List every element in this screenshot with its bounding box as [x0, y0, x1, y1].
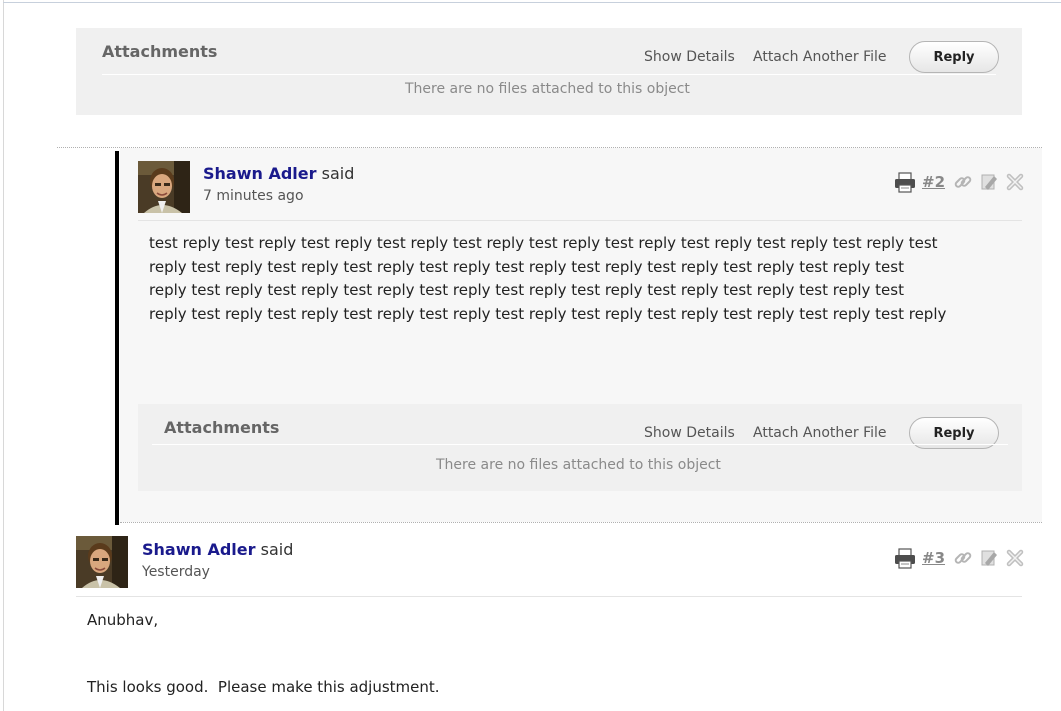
- print-icon[interactable]: [894, 171, 916, 193]
- comment-header-separator: [138, 220, 1022, 221]
- author-name-link[interactable]: Shawn Adler: [203, 164, 317, 183]
- no-attachments-message: There are no files attached to this obje…: [405, 81, 690, 97]
- page-left-border: [3, 0, 4, 711]
- attachments-divider: [102, 74, 996, 75]
- comment-tools: #3: [894, 547, 1025, 569]
- attachments-divider: [152, 444, 1008, 445]
- edit-icon[interactable]: [979, 172, 999, 192]
- show-details-link[interactable]: Show Details: [644, 49, 735, 65]
- delete-icon[interactable]: [1005, 548, 1025, 568]
- comment-body-line: This looks good. Please make this adjust…: [87, 678, 440, 696]
- comment-body: test reply test reply test reply test re…: [149, 232, 946, 326]
- said-label: said: [260, 540, 294, 559]
- comment-divider: [120, 522, 1042, 523]
- attachments-title: Attachments: [164, 418, 280, 437]
- comment-body-line: Anubhav,: [87, 611, 159, 629]
- thread-indent-bar: [115, 151, 119, 525]
- attachments-panel-comment-2: Attachments Show Details Attach Another …: [138, 404, 1022, 491]
- no-attachments-message: There are no files attached to this obje…: [436, 457, 721, 473]
- comment-body-line: reply test reply test reply test reply t…: [149, 281, 904, 299]
- comment-author: Shawn Adler said: [203, 164, 354, 183]
- said-label: said: [321, 164, 355, 183]
- comment-body-line: test reply test reply test reply test re…: [149, 234, 938, 252]
- attachments-title: Attachments: [102, 42, 218, 61]
- reply-button[interactable]: Reply: [909, 41, 999, 73]
- comment-tools: #2: [894, 171, 1025, 193]
- comment-number-link[interactable]: #2: [922, 173, 945, 191]
- avatar: [138, 161, 190, 213]
- permalink-icon[interactable]: [953, 172, 973, 192]
- comment-header-separator: [76, 596, 1022, 597]
- comment-number-link[interactable]: #3: [922, 549, 945, 567]
- author-name-link[interactable]: Shawn Adler: [142, 540, 256, 559]
- permalink-icon[interactable]: [953, 548, 973, 568]
- comment-timestamp: Yesterday: [142, 564, 210, 580]
- avatar: [76, 536, 128, 588]
- comment-body: This looks good. Please make this adjust…: [87, 676, 440, 700]
- comment-author: Shawn Adler said: [142, 540, 293, 559]
- show-details-link[interactable]: Show Details: [644, 425, 735, 441]
- attach-another-file-link[interactable]: Attach Another File: [753, 425, 887, 441]
- edit-icon[interactable]: [979, 548, 999, 568]
- print-icon[interactable]: [894, 547, 916, 569]
- page-top-border: [3, 2, 1061, 3]
- comment-body-line: reply test reply test reply test reply t…: [149, 257, 904, 276]
- attachments-panel-top: Attachments Show Details Attach Another …: [76, 28, 1022, 115]
- comment-body: Anubhav,: [87, 609, 158, 633]
- delete-icon[interactable]: [1005, 172, 1025, 192]
- comment-body-line: reply test reply test reply test reply t…: [149, 304, 947, 323]
- comment-timestamp: 7 minutes ago: [203, 188, 304, 204]
- attach-another-file-link[interactable]: Attach Another File: [753, 49, 887, 65]
